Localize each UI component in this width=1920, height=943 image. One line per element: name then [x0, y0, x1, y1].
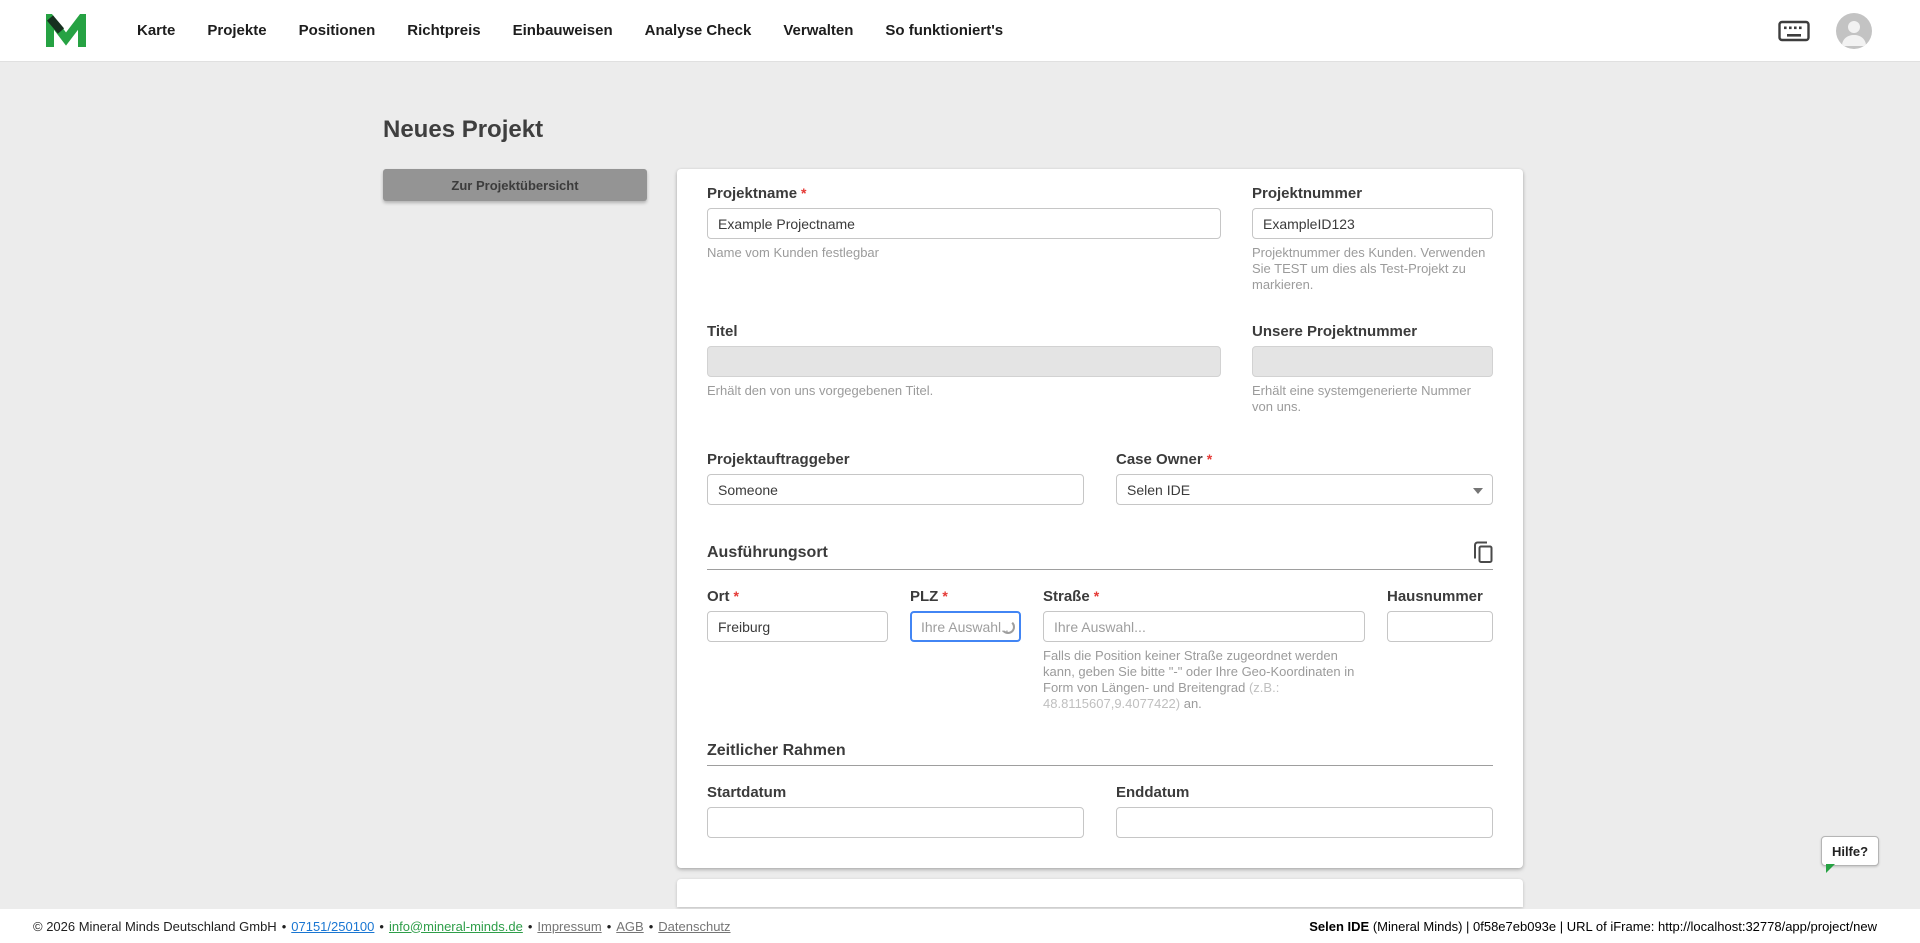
nav-item-projekte[interactable]: Projekte [207, 22, 266, 39]
projektnummer-input[interactable] [1252, 208, 1493, 239]
main-nav: Karte Projekte Positionen Richtpreis Ein… [137, 22, 1003, 39]
required-asterisk: * [942, 588, 948, 604]
field-enddatum: Enddatum [1116, 784, 1493, 838]
new-project-form-card: Projektname * Name vom Kunden festlegbar… [677, 169, 1523, 868]
app-logo[interactable] [45, 13, 87, 48]
ort-input[interactable] [707, 611, 888, 642]
projektauftraggeber-label: Projektauftraggeber [707, 451, 850, 468]
zeitlicher-rahmen-title: Zeitlicher Rahmen [707, 742, 846, 759]
page-footer: © 2026 Mineral Minds Deutschland GmbH • … [0, 909, 1920, 943]
user-avatar[interactable] [1836, 12, 1872, 49]
email-link[interactable]: info@mineral-minds.de [389, 919, 523, 934]
unsere-projektnummer-label: Unsere Projektnummer [1252, 323, 1418, 340]
keyboard-icon[interactable] [1778, 19, 1810, 43]
case-owner-selected-value: Selen IDE [1127, 481, 1191, 498]
field-startdatum: Startdatum [707, 784, 1084, 838]
section-zeitlicher-rahmen: Zeitlicher Rahmen [707, 742, 1493, 766]
nav-item-einbauweisen[interactable]: Einbauweisen [513, 22, 613, 39]
separator-dot: • [281, 918, 287, 934]
required-asterisk: * [1206, 451, 1213, 467]
titel-helper: Erhält den von uns vorgegebenen Titel. [707, 383, 934, 398]
separator-dot: • [379, 918, 384, 934]
titel-label: Titel [707, 323, 738, 340]
enddatum-label: Enddatum [1116, 784, 1190, 801]
projektname-label: Projektname [707, 185, 798, 202]
person-icon [1842, 20, 1866, 46]
projektnummer-helper: Projektnummer des Kunden. Verwenden Sie … [1252, 245, 1486, 292]
unsere-projektnummer-helper: Erhält eine systemgenerierte Nummer von … [1252, 383, 1471, 414]
field-plz: PLZ * [910, 588, 1021, 642]
project-overview-button[interactable]: Zur Projektübersicht [383, 169, 647, 201]
enddatum-input[interactable] [1116, 807, 1493, 838]
chevron-down-icon [1473, 488, 1483, 494]
field-hausnummer: Hausnummer [1387, 588, 1493, 642]
session-info: Selen IDE (Mineral Minds) | 0f58e7eb093e… [1309, 919, 1877, 934]
startdatum-input[interactable] [707, 807, 1084, 838]
required-asterisk: * [733, 588, 739, 604]
hausnummer-label: Hausnummer [1387, 588, 1483, 605]
session-user: Selen IDE [1309, 918, 1370, 934]
copyright-text: © 2026 Mineral Minds Deutschland GmbH [33, 918, 277, 934]
phone-link[interactable]: 07151/250100 [291, 919, 374, 934]
field-strasse: Straße * [1043, 588, 1365, 642]
next-card-top-edge [677, 879, 1523, 907]
field-titel: Titel Erhält den von uns vorgegebenen Ti… [707, 323, 1221, 415]
unsere-projektnummer-input [1252, 346, 1493, 377]
field-case-owner: Case Owner * Selen IDE [1116, 451, 1493, 505]
required-asterisk: * [1093, 588, 1100, 604]
nav-item-positionen[interactable]: Positionen [299, 22, 376, 39]
separator-dot: • [648, 918, 654, 934]
separator-dot: • [606, 918, 612, 934]
page-title: Neues Projekt [383, 116, 544, 143]
separator-dot: • [527, 918, 533, 934]
case-owner-select[interactable]: Selen IDE [1116, 474, 1493, 505]
footer-links: © 2026 Mineral Minds Deutschland GmbH • … [33, 919, 731, 934]
section-ausfuehrungsort: Ausführungsort [707, 541, 1493, 570]
datenschutz-link[interactable]: Datenschutz [658, 919, 730, 934]
copy-icon[interactable] [1473, 541, 1493, 564]
field-projektauftraggeber: Projektauftraggeber [707, 451, 1084, 505]
plz-label: PLZ [910, 588, 939, 605]
case-owner-label: Case Owner [1116, 451, 1203, 468]
ausfuehrungsort-title: Ausführungsort [707, 543, 828, 561]
projektauftraggeber-input[interactable] [707, 474, 1084, 505]
projektnummer-label: Projektnummer [1252, 185, 1363, 202]
nav-item-analyse-check[interactable]: Analyse Check [645, 22, 752, 39]
top-navbar: Karte Projekte Positionen Richtpreis Ein… [0, 0, 1920, 61]
field-projektname: Projektname * Name vom Kunden festlegbar [707, 185, 1221, 293]
nav-item-verwalten[interactable]: Verwalten [783, 22, 853, 39]
strasse-input[interactable] [1043, 611, 1365, 642]
impressum-link[interactable]: Impressum [537, 919, 601, 934]
strasse-label: Straße [1043, 588, 1090, 605]
field-unsere-projektnummer: Unsere Projektnummer Erhält eine systemg… [1252, 323, 1493, 415]
required-asterisk: * [801, 185, 807, 201]
navbar-actions [1778, 12, 1872, 49]
help-button[interactable]: Hilfe? [1821, 836, 1879, 873]
startdatum-label: Startdatum [707, 784, 787, 801]
projektname-input[interactable] [707, 208, 1221, 239]
loading-spinner-icon [1001, 619, 1015, 634]
field-projektnummer: Projektnummer Projektnummer des Kunden. … [1252, 185, 1493, 293]
titel-input [707, 346, 1221, 377]
session-details: (Mineral Minds) | 0f58e7eb093e | URL of … [1369, 918, 1877, 934]
nav-item-karte[interactable]: Karte [137, 22, 175, 39]
nav-item-richtpreis[interactable]: Richtpreis [407, 22, 480, 39]
ort-label: Ort [707, 588, 730, 605]
nav-item-so-funktionierts[interactable]: So funktioniert's [885, 22, 1003, 39]
mineral-minds-logo-icon [46, 13, 86, 47]
strasse-helper: Falls die Position keiner Straße zugeord… [1043, 648, 1355, 711]
projektname-helper: Name vom Kunden festlegbar [707, 245, 879, 260]
hausnummer-input[interactable] [1387, 611, 1493, 642]
field-ort: Ort * [707, 588, 888, 642]
agb-link[interactable]: AGB [616, 919, 643, 934]
